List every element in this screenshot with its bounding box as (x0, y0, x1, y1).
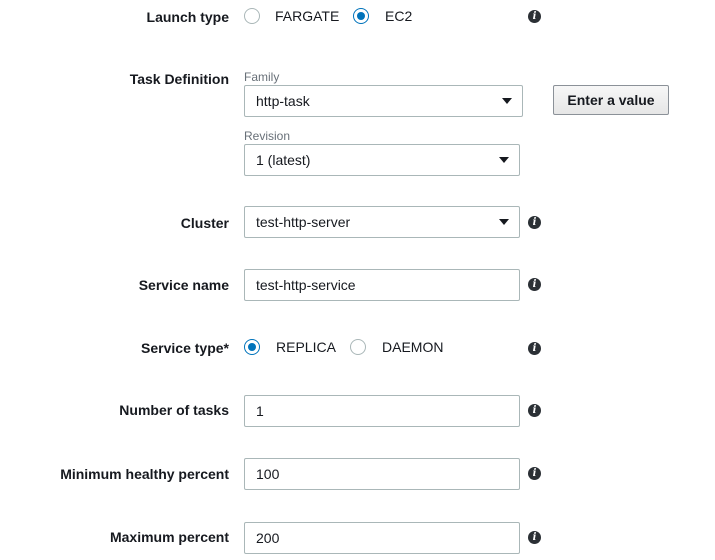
maximum-percent-label: Maximum percent (109, 529, 229, 545)
task-definition-label: Task Definition (129, 71, 229, 87)
service-type-daemon-option[interactable]: DAEMON (350, 339, 443, 355)
chevron-down-icon (502, 98, 512, 104)
minimum-healthy-percent-input[interactable]: 100 (244, 458, 520, 490)
launch-type-label: Launch type (146, 9, 229, 25)
service-type-daemon-radio[interactable] (350, 339, 366, 355)
chevron-down-icon (499, 219, 509, 225)
cluster-value: test-http-server (256, 214, 351, 230)
launch-type-info-icon[interactable]: i (528, 10, 541, 23)
number-of-tasks-input[interactable]: 1 (244, 395, 520, 427)
maximum-percent-input[interactable]: 200 (244, 522, 520, 554)
cluster-select[interactable]: test-http-server (244, 206, 520, 238)
launch-type-ec2-option[interactable]: EC2 (353, 8, 412, 24)
service-name-label: Service name (138, 277, 229, 293)
maximum-percent-info-icon[interactable]: i (528, 531, 541, 544)
service-type-replica-label: REPLICA (276, 339, 336, 355)
launch-type-fargate-option[interactable]: FARGATE (244, 8, 339, 24)
number-of-tasks-label: Number of tasks (119, 402, 229, 418)
service-name-info-icon[interactable]: i (528, 278, 541, 291)
family-select[interactable]: http-task (244, 85, 523, 117)
service-name-input[interactable]: test-http-service (244, 269, 520, 301)
minimum-healthy-percent-info-icon[interactable]: i (528, 467, 541, 480)
cluster-label: Cluster (180, 215, 229, 231)
family-label: Family (244, 70, 280, 84)
revision-label: Revision (244, 129, 291, 143)
minimum-healthy-percent-value: 100 (256, 466, 280, 482)
revision-select[interactable]: 1 (latest) (244, 144, 520, 176)
enter-a-value-button[interactable]: Enter a value (553, 85, 669, 115)
number-of-tasks-info-icon[interactable]: i (528, 404, 541, 417)
cluster-info-icon[interactable]: i (528, 216, 541, 229)
launch-type-fargate-label: FARGATE (275, 8, 340, 24)
service-type-label: Service type* (141, 340, 229, 356)
family-value: http-task (256, 93, 310, 109)
service-type-info-icon[interactable]: i (528, 342, 541, 355)
service-type-replica-option[interactable]: REPLICA (244, 339, 336, 355)
minimum-healthy-percent-label: Minimum healthy percent (60, 466, 229, 482)
service-name-value: test-http-service (256, 277, 356, 293)
service-type-replica-radio[interactable] (244, 339, 260, 355)
number-of-tasks-value: 1 (256, 403, 264, 419)
launch-type-fargate-radio[interactable] (244, 8, 260, 24)
launch-type-ec2-radio[interactable] (353, 8, 369, 24)
maximum-percent-value: 200 (256, 530, 280, 546)
service-type-daemon-label: DAEMON (382, 339, 444, 355)
revision-value: 1 (latest) (256, 152, 311, 168)
chevron-down-icon (499, 157, 509, 163)
launch-type-ec2-label: EC2 (385, 8, 413, 24)
